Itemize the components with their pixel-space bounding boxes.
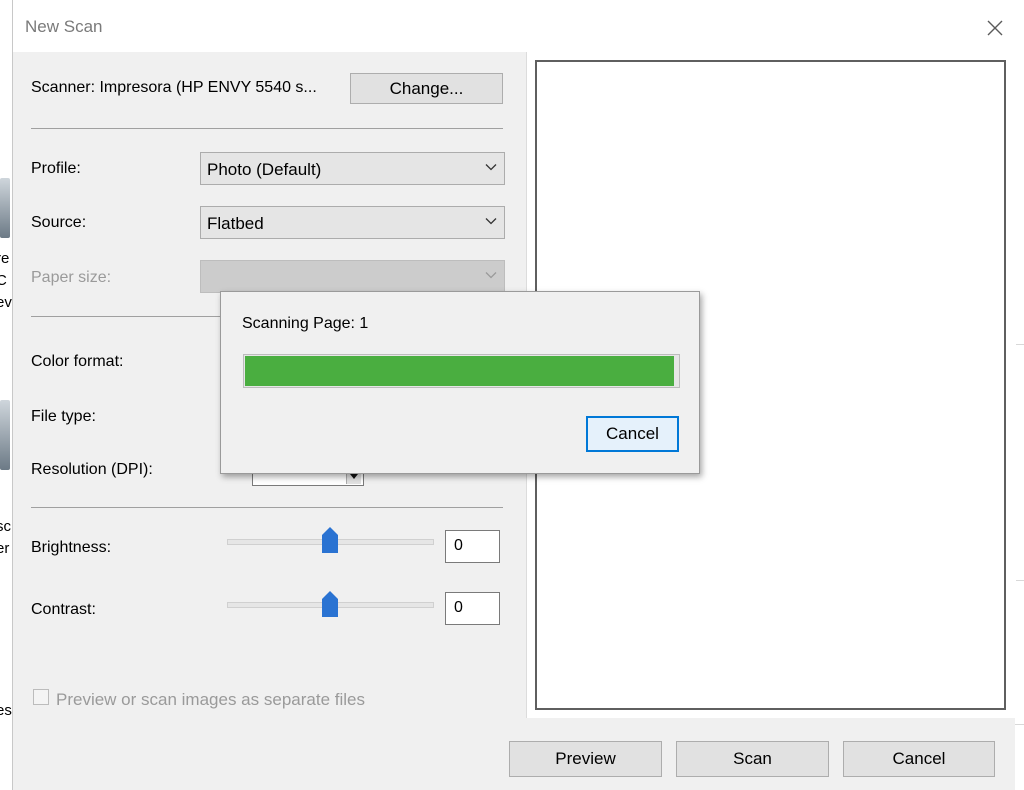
contrast-value-field[interactable]: 0 <box>445 592 500 625</box>
source-value: Flatbed <box>207 214 264 233</box>
background-device-image <box>0 178 10 238</box>
paper-size-label: Paper size: <box>31 269 112 286</box>
separate-files-checkbox[interactable] <box>33 689 49 705</box>
source-label: Source: <box>31 214 87 231</box>
paper-size-select <box>200 260 505 293</box>
contrast-slider-thumb[interactable] <box>322 591 338 617</box>
brightness-slider-thumb[interactable] <box>322 527 338 553</box>
background-text-fragment: re <box>0 250 10 267</box>
background-text-fragment: ev <box>0 294 12 311</box>
brightness-value-field[interactable]: 0 <box>445 530 500 563</box>
profile-value: Photo (Default) <box>207 160 322 179</box>
background-text-fragment: er <box>0 540 10 557</box>
profile-label: Profile: <box>31 160 81 177</box>
resolution-label: Resolution (DPI): <box>31 461 153 478</box>
cancel-button[interactable]: Cancel <box>843 741 995 777</box>
scanner-label: Scanner: Impresora (HP ENVY 5540 s... <box>31 79 317 96</box>
separator <box>31 128 503 129</box>
brightness-label: Brightness: <box>31 539 112 556</box>
background-printer-image <box>0 400 10 470</box>
color-format-label: Color format: <box>31 353 124 370</box>
chevron-down-icon <box>485 272 497 279</box>
chevron-down-icon <box>485 218 497 225</box>
source-select[interactable]: Flatbed <box>200 206 505 239</box>
scan-progress-fill <box>245 356 674 386</box>
change-scanner-button[interactable]: Change... <box>350 73 503 104</box>
file-type-label: File type: <box>31 408 96 425</box>
preview-button[interactable]: Preview <box>509 741 662 777</box>
scanning-progress-dialog: Scanning Page: 1 Cancel <box>220 291 700 474</box>
scan-button[interactable]: Scan <box>676 741 829 777</box>
contrast-label: Contrast: <box>31 601 96 618</box>
window-title: New Scan <box>25 17 103 36</box>
background-text-fragment: sc <box>0 518 11 535</box>
title-bar: New Scan <box>13 0 1015 52</box>
separate-files-label: Preview or scan images as separate files <box>56 690 365 709</box>
scanning-status-text: Scanning Page: 1 <box>242 315 369 332</box>
cancel-scan-button[interactable]: Cancel <box>586 416 679 452</box>
chevron-down-icon <box>485 164 497 171</box>
close-icon[interactable] <box>981 14 1009 42</box>
profile-select[interactable]: Photo (Default) <box>200 152 505 185</box>
background-text-fragment: C <box>0 272 7 289</box>
background-text-fragment: es <box>0 702 12 719</box>
separator <box>31 507 503 508</box>
scan-progress-bar <box>243 354 680 388</box>
